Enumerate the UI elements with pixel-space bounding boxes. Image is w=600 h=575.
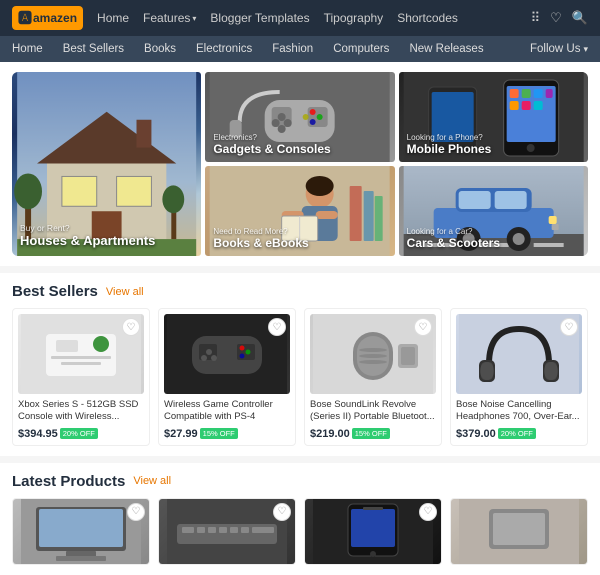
heart-icon[interactable]: ♡	[550, 10, 562, 26]
product-price-2: $27.99	[164, 428, 198, 440]
best-sellers-section: Best Sellers View all ♡ Xbox Series S - …	[0, 273, 600, 456]
wishlist-btn-3[interactable]: ♡	[414, 318, 432, 336]
hero-title: Houses & Apartments	[20, 233, 155, 248]
product-image-2: ♡	[164, 314, 290, 394]
hero-title: Books & eBooks	[213, 236, 308, 250]
product-card-3[interactable]: ♡ Bose SoundLink Revolve (Series II) Por…	[304, 308, 442, 446]
wishlist-btn-2[interactable]: ♡	[268, 318, 286, 336]
hero-item-gadgets[interactable]: Electronics? Gadgets & Consoles	[205, 72, 394, 162]
latest-view-all[interactable]: View all	[133, 475, 171, 487]
latest-card-3[interactable]: ♡	[304, 498, 442, 565]
nav-features[interactable]: Features ▾	[143, 11, 196, 25]
product-card-2[interactable]: ♡ Wireless Game Controller Compatible wi…	[158, 308, 296, 446]
wishlist-btn-latest-2[interactable]: ♡	[273, 503, 291, 521]
best-sellers-title: Best Sellers	[12, 283, 98, 300]
wishlist-btn-4[interactable]: ♡	[560, 318, 578, 336]
hero-grid: Buy or Rent? Houses & Apartments	[12, 72, 588, 256]
product-price-3: $219.00	[310, 428, 350, 440]
hero-label-gadgets: Electronics? Gadgets & Consoles	[213, 133, 330, 156]
hero-sublabel: Looking for a Phone?	[407, 133, 492, 142]
wishlist-btn-latest-3[interactable]: ♡	[419, 503, 437, 521]
hero-sublabel: Need to Read More?	[213, 227, 308, 236]
section-header: Best Sellers View all	[12, 283, 588, 300]
product-card-1[interactable]: ♡ Xbox Series S - 512GB SSD Console with…	[12, 308, 150, 446]
product-image-4: ♡	[456, 314, 582, 394]
hero-label-books: Need to Read More? Books & eBooks	[213, 227, 308, 250]
wishlist-btn-latest-1[interactable]: ♡	[127, 503, 145, 521]
hero-title: Gadgets & Consoles	[213, 142, 330, 156]
top-nav-icons: ⠿ ♡ 🔍	[531, 10, 588, 26]
latest-products-section: Latest Products View all ♡	[0, 463, 600, 575]
discount-badge-1: 20% OFF	[60, 428, 98, 439]
hero-item-houses[interactable]: Buy or Rent? Houses & Apartments	[12, 72, 201, 256]
product-title-4: Bose Noise Cancelling Headphones 700, Ov…	[456, 399, 582, 424]
second-nav-bestsellers[interactable]: Best Sellers	[53, 41, 134, 57]
product-price-row-4: $379.00 20% OFF	[456, 428, 582, 440]
product-title-1: Xbox Series S - 512GB SSD Console with W…	[18, 399, 144, 424]
second-nav-newreleases[interactable]: New Releases	[399, 41, 493, 57]
hero-title: Mobile Phones	[407, 142, 492, 156]
chevron-down-icon: ▾	[192, 14, 196, 23]
discount-badge-4: 20% OFF	[498, 428, 536, 439]
hero-item-phones[interactable]: Looking for a Phone? Mobile Phones	[399, 72, 588, 162]
wishlist-btn-1[interactable]: ♡	[122, 318, 140, 336]
product-image-3: ♡	[310, 314, 436, 394]
hero-label-houses: Buy or Rent? Houses & Apartments	[20, 223, 155, 248]
top-nav-links: Home Features ▾ Blogger Templates Tipogr…	[97, 11, 517, 25]
nav-typography[interactable]: Tipography	[324, 11, 384, 25]
second-nav-fashion[interactable]: Fashion	[262, 41, 323, 57]
best-sellers-view-all[interactable]: View all	[106, 286, 144, 298]
product-image-1: ♡	[18, 314, 144, 394]
second-nav-links: Home Best Sellers Books Electronics Fash…	[12, 41, 530, 57]
second-nav: Home Best Sellers Books Electronics Fash…	[0, 36, 600, 62]
latest-card-4[interactable]	[450, 498, 588, 565]
second-nav-electronics[interactable]: Electronics	[186, 41, 262, 57]
latest-section-header: Latest Products View all	[12, 473, 588, 490]
latest-products-grid: ♡ ♡	[12, 498, 588, 565]
hero-item-cars[interactable]: Looking for a Car? Cars & Scooters	[399, 166, 588, 256]
hero-label-phones: Looking for a Phone? Mobile Phones	[407, 133, 492, 156]
hero-section: Buy or Rent? Houses & Apartments	[0, 62, 600, 266]
product-card-4[interactable]: ♡ Bose Noise Cancelling Headphones 700, …	[450, 308, 588, 446]
nav-home[interactable]: Home	[97, 11, 129, 25]
second-nav-books[interactable]: Books	[134, 41, 186, 57]
logo[interactable]: 🅰 amazen	[12, 6, 83, 30]
latest-products-title: Latest Products	[12, 473, 125, 490]
second-nav-home[interactable]: Home	[12, 41, 53, 57]
hero-sublabel: Buy or Rent?	[20, 223, 155, 233]
product-price-1: $394.95	[18, 428, 58, 440]
search-icon[interactable]: 🔍	[572, 10, 588, 26]
logo-icon: 🅰	[18, 8, 32, 28]
product-price-row-3: $219.00 15% OFF	[310, 428, 436, 440]
product-price-row-2: $27.99 15% OFF	[164, 428, 290, 440]
follow-us[interactable]: Follow Us ▾	[530, 43, 588, 55]
hero-title: Cars & Scooters	[407, 236, 500, 250]
discount-badge-3: 15% OFF	[352, 428, 390, 439]
hero-item-books[interactable]: Need to Read More? Books & eBooks	[205, 166, 394, 256]
product-title-2: Wireless Game Controller Compatible with…	[164, 399, 290, 424]
grid-icon[interactable]: ⠿	[531, 10, 541, 26]
top-nav: 🅰 amazen Home Features ▾ Blogger Templat…	[0, 0, 600, 36]
latest-card-1[interactable]: ♡	[12, 498, 150, 565]
best-sellers-grid: ♡ Xbox Series S - 512GB SSD Console with…	[12, 308, 588, 446]
hero-sublabel: Looking for a Car?	[407, 227, 500, 236]
chevron-down-icon: ▾	[583, 44, 588, 55]
nav-blogger[interactable]: Blogger Templates	[210, 11, 309, 25]
logo-text: amazen	[33, 11, 77, 25]
hero-sublabel: Electronics?	[213, 133, 330, 142]
second-nav-computers[interactable]: Computers	[323, 41, 399, 57]
hero-label-cars: Looking for a Car? Cars & Scooters	[407, 227, 500, 250]
product-price-row-1: $394.95 20% OFF	[18, 428, 144, 440]
discount-badge-2: 15% OFF	[200, 428, 238, 439]
product-title-3: Bose SoundLink Revolve (Series II) Porta…	[310, 399, 436, 424]
product-price-4: $379.00	[456, 428, 496, 440]
latest-card-2[interactable]: ♡	[158, 498, 296, 565]
nav-shortcodes[interactable]: Shortcodes	[397, 11, 458, 25]
